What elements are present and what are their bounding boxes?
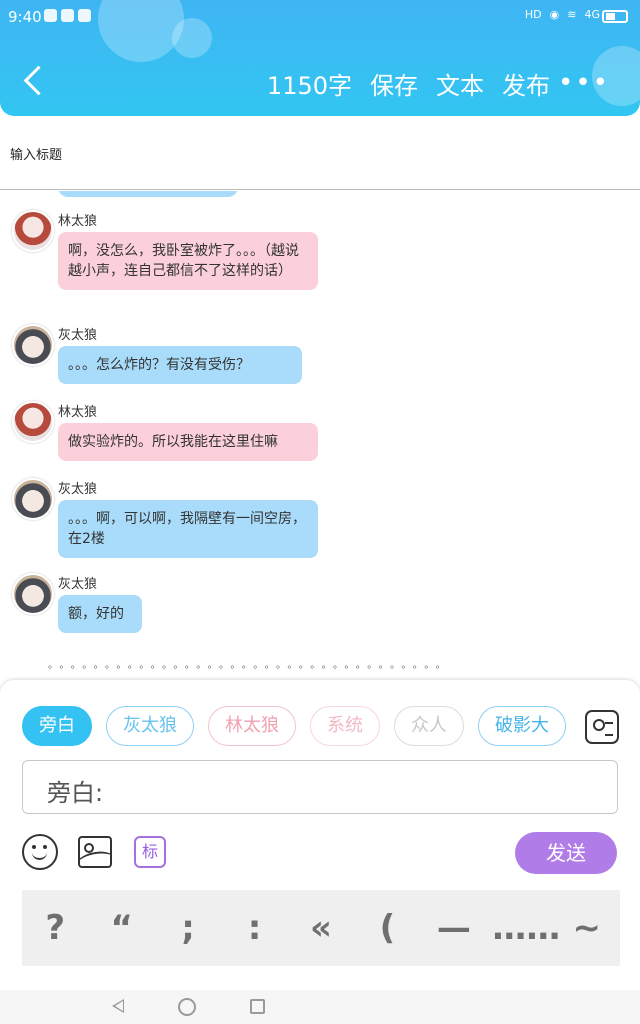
wechat-icon xyxy=(44,9,57,22)
punct-tilde[interactable]: ~ xyxy=(559,908,615,948)
contact-card-icon[interactable] xyxy=(585,710,619,744)
battery-icon xyxy=(602,10,628,23)
punct-dash[interactable]: — xyxy=(426,908,482,948)
tag-button[interactable]: 标 xyxy=(134,836,166,868)
avatar[interactable] xyxy=(12,324,54,366)
avatar[interactable] xyxy=(12,210,54,252)
punct-colon[interactable]: : xyxy=(227,908,283,948)
role-poyingda[interactable]: 破影大 xyxy=(478,706,566,746)
role-narrator[interactable]: 旁白 xyxy=(22,706,92,746)
publish-button[interactable]: 发布 xyxy=(502,66,550,101)
title-row[interactable]: 输入标题 xyxy=(0,116,640,190)
text-button[interactable]: 文本 xyxy=(436,66,484,101)
status-time: 9:40 xyxy=(8,8,42,26)
nav-recents-icon[interactable] xyxy=(250,999,265,1014)
nav-back-icon[interactable] xyxy=(112,999,124,1013)
nav-home-icon[interactable] xyxy=(178,998,196,1016)
message-bubble[interactable]: 。。。怎么炸的？有没有受伤？ xyxy=(58,346,302,384)
send-button[interactable]: 发送 xyxy=(515,832,617,874)
avatar[interactable] xyxy=(12,401,54,443)
speaker-name: 灰太狼 xyxy=(58,328,98,343)
wifi-icon: ≋ xyxy=(567,8,577,21)
emoji-icon[interactable] xyxy=(22,834,58,870)
status-app-icons xyxy=(44,9,91,22)
system-nav-bar xyxy=(0,990,640,1024)
previous-message-bubble xyxy=(58,191,238,197)
punct-semicolon[interactable]: ; xyxy=(160,908,216,948)
message-bubble[interactable]: 。。。啊，可以啊，我隔壁有一间空房，在2楼 xyxy=(58,500,318,558)
punctuation-bar: ? “ ; : « ( — …… ~ xyxy=(22,890,620,966)
word-count: 1150字 xyxy=(266,72,352,100)
message-bubble[interactable]: 做实验炸的。所以我能在这里住嘛 xyxy=(58,423,318,461)
divider-dots: 。。。。。。。。。。。。。。。。。。。。。。。。。。。。。。。。。。。 xyxy=(48,660,452,671)
speaker-name: 林太狼 xyxy=(58,214,98,229)
role-selector: 旁白 灰太狼 林太狼 系统 众人 破影大 xyxy=(22,706,570,746)
eye-icon: ◉ xyxy=(549,8,560,21)
signal-label: 4G xyxy=(584,8,600,21)
message-bubble[interactable]: 啊，没怎么，我卧室被炸了。。。（越说越小声，连自己都信不了这样的话） xyxy=(58,232,318,290)
avatar[interactable] xyxy=(12,573,54,615)
back-button[interactable] xyxy=(18,62,58,102)
punct-paren[interactable]: ( xyxy=(359,908,415,948)
message-bubble[interactable]: 额，好的 xyxy=(58,595,142,633)
punct-guillemet[interactable]: « xyxy=(293,908,349,948)
hd-badge: HD xyxy=(524,8,542,21)
status-indicators: HD ◉ ≋ 4G xyxy=(525,8,600,21)
header-actions: 1150字 保存 文本 发布 xyxy=(267,66,550,101)
app-store-icon xyxy=(78,9,91,22)
title-input[interactable]: 输入标题 xyxy=(10,144,62,163)
speaker-name: 林太狼 xyxy=(58,405,98,420)
message-input[interactable]: 旁白: xyxy=(22,760,618,814)
app-header: 9:40 HD ◉ ≋ 4G 1150字 保存 文本 发布 ••• xyxy=(0,0,640,116)
speaker-name: 灰太狼 xyxy=(58,482,98,497)
role-huitailang[interactable]: 灰太狼 xyxy=(106,706,194,746)
composer-panel: 旁白 灰太狼 林太狼 系统 众人 破影大 旁白: 标 发送 ? “ ; : « … xyxy=(0,680,640,990)
message-icon xyxy=(61,9,74,22)
role-crowd[interactable]: 众人 xyxy=(394,706,464,746)
punct-ellipsis[interactable]: …… xyxy=(492,908,560,948)
save-button[interactable]: 保存 xyxy=(370,66,418,101)
status-bar: 9:40 HD ◉ ≋ 4G xyxy=(0,0,640,32)
more-button[interactable]: ••• xyxy=(558,68,610,98)
punct-question[interactable]: ? xyxy=(27,908,83,948)
image-icon[interactable] xyxy=(78,836,112,868)
punct-quote[interactable]: “ xyxy=(94,908,150,948)
avatar[interactable] xyxy=(12,478,54,520)
role-lintailang[interactable]: 林太狼 xyxy=(208,706,296,746)
speaker-name: 灰太狼 xyxy=(58,577,98,592)
role-system[interactable]: 系统 xyxy=(310,706,380,746)
chat-area[interactable]: 林太狼 啊，没怎么，我卧室被炸了。。。（越说越小声，连自己都信不了这样的话） 灰… xyxy=(0,191,640,667)
input-prefix: 旁白: xyxy=(47,779,104,807)
